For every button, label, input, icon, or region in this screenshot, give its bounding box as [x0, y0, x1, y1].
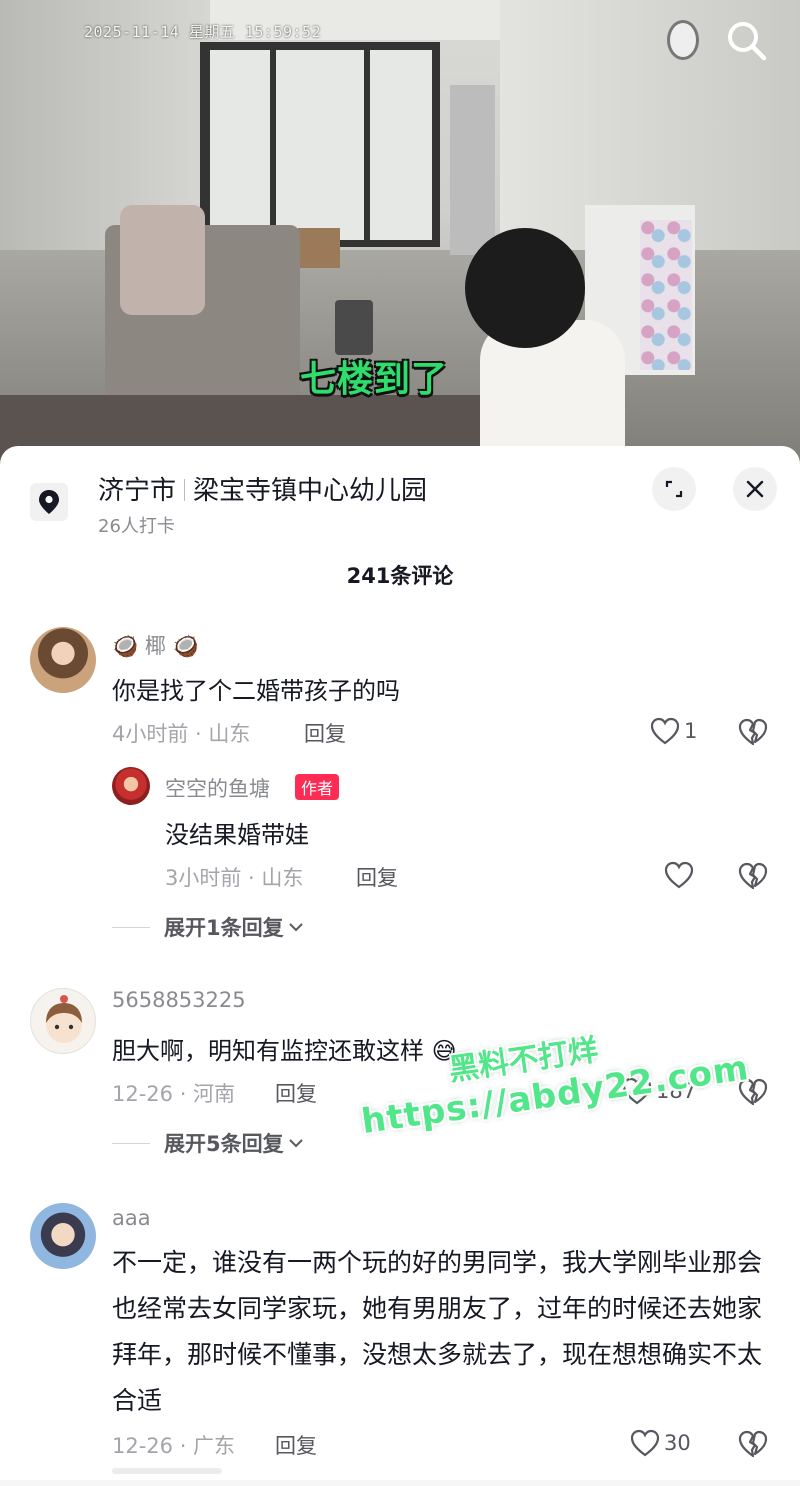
- location-place: 梁宝寺镇中心幼儿园: [193, 476, 428, 506]
- like-button[interactable]: [664, 861, 694, 889]
- video-caption: 七楼到了: [300, 359, 449, 400]
- like-button[interactable]: 1: [650, 717, 697, 745]
- comment-meta: 4小时前 · 山东: [112, 722, 251, 746]
- location-city: 济宁市: [98, 476, 177, 506]
- broken-heart-icon[interactable]: [738, 717, 768, 747]
- checkin-count: 26人打卡: [98, 516, 175, 537]
- partial-next-comment: [112, 1468, 222, 1474]
- video-frame[interactable]: 2025-11-14 星期五 15:59:52 七楼到了: [0, 0, 800, 470]
- comment-meta: 12-26 · 广东: [112, 1434, 236, 1458]
- reply-meta: 3小时前 · 山东: [165, 866, 304, 890]
- scene-person-head: [465, 228, 585, 348]
- expand-line: [112, 926, 150, 928]
- scene-fridge: [450, 85, 495, 255]
- comment-username[interactable]: 🥥 椰 🥥: [112, 630, 199, 660]
- chevron-down-icon: [288, 1139, 303, 1148]
- broken-heart-icon[interactable]: [738, 1429, 768, 1459]
- reply-button[interactable]: 回复: [275, 1078, 317, 1108]
- avatar[interactable]: [30, 1203, 96, 1269]
- search-icon: [728, 22, 767, 61]
- reply-button[interactable]: 回复: [304, 718, 346, 748]
- scene-stickers: [640, 220, 692, 370]
- reply-button[interactable]: 回复: [356, 862, 398, 892]
- chevron-down-icon: [288, 923, 303, 932]
- location-title[interactable]: 济宁市 梁宝寺镇中心幼儿园: [98, 470, 427, 507]
- expand-button[interactable]: [652, 467, 696, 511]
- location-pin-icon: [39, 490, 59, 514]
- comment-username[interactable]: 5658853225: [112, 988, 246, 1012]
- location-separator: [184, 479, 186, 501]
- reply-username[interactable]: 空空的鱼塘: [165, 773, 270, 803]
- like-count: 1: [684, 719, 698, 743]
- scene-bin: [335, 300, 373, 355]
- avatar[interactable]: [30, 627, 96, 693]
- comment-username[interactable]: aaa: [112, 1206, 151, 1230]
- heart-icon: [650, 717, 680, 745]
- close-button[interactable]: [733, 467, 777, 511]
- comment-text: 胆大啊，明知有监控还敢这样 😅: [112, 1037, 457, 1065]
- broken-heart-icon[interactable]: [738, 861, 768, 891]
- scene-wall-clock: [667, 20, 699, 60]
- like-button[interactable]: 30: [630, 1429, 691, 1457]
- scene-pillow: [120, 205, 205, 315]
- author-tag: 作者: [295, 774, 340, 800]
- comment-text: 不一定，谁没有一两个玩的好的男同学，我大学刚毕业那会也经常去女同学家玩，她有男朋…: [112, 1248, 763, 1415]
- cartoon-avatar-icon: [46, 995, 82, 1043]
- reply-text: 没结果婚带娃: [165, 821, 309, 849]
- location-badge[interactable]: [30, 483, 68, 521]
- sheet-bottom-edge: [0, 1480, 800, 1486]
- expand-line: [112, 1142, 150, 1144]
- expand-icon: [665, 480, 683, 498]
- expand-replies-label: 展开1条回复: [164, 916, 284, 940]
- reply-button[interactable]: 回复: [275, 1430, 317, 1460]
- heart-icon: [664, 861, 694, 889]
- scene-box: [298, 228, 340, 268]
- comment-meta: 12-26 · 河南: [112, 1082, 236, 1106]
- scene-balcony-door: [200, 42, 440, 247]
- search-button[interactable]: [722, 16, 770, 64]
- expand-replies[interactable]: 展开1条回复: [112, 912, 304, 942]
- comment-text: 你是找了个二婚带孩子的吗: [112, 677, 400, 705]
- reply-avatar[interactable]: [112, 767, 150, 805]
- camera-timestamp: 2025-11-14 星期五 15:59:52: [84, 23, 322, 41]
- avatar[interactable]: [30, 988, 96, 1054]
- expand-replies-label: 展开5条回复: [164, 1132, 284, 1156]
- expand-replies[interactable]: 展开5条回复: [112, 1128, 304, 1158]
- close-icon: [746, 480, 764, 498]
- heart-icon: [630, 1429, 660, 1457]
- comment-count: 241条评论: [346, 564, 454, 588]
- like-count: 30: [664, 1431, 691, 1455]
